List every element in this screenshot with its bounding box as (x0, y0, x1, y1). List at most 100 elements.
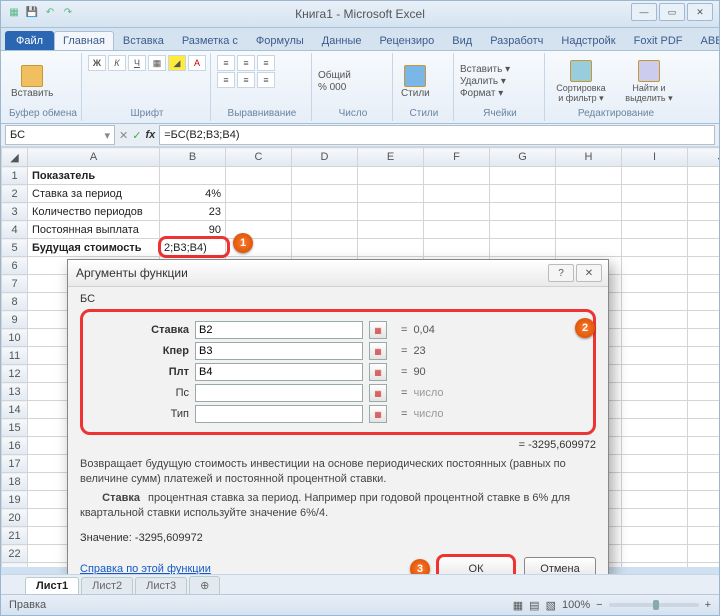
cell[interactable] (688, 473, 720, 491)
cell[interactable] (622, 275, 688, 293)
row-header[interactable]: 15 (2, 419, 28, 437)
zoom-slider[interactable] (609, 603, 699, 607)
cell[interactable] (688, 563, 720, 568)
cell[interactable] (688, 437, 720, 455)
cell[interactable] (688, 455, 720, 473)
tab-view[interactable]: Вид (443, 31, 481, 50)
bold-button[interactable]: Ж (88, 55, 106, 71)
cell[interactable]: 90 (160, 221, 226, 239)
cell[interactable]: Постоянная выплата (28, 221, 160, 239)
cell[interactable] (688, 275, 720, 293)
cell[interactable] (688, 311, 720, 329)
col-header[interactable]: J (688, 148, 720, 167)
cell[interactable] (490, 185, 556, 203)
cell[interactable] (160, 167, 226, 185)
tab-insert[interactable]: Вставка (114, 31, 173, 50)
maximize-button[interactable]: ▭ (659, 3, 685, 21)
cell[interactable] (226, 185, 292, 203)
cell[interactable] (358, 203, 424, 221)
cell[interactable] (688, 365, 720, 383)
tab-home[interactable]: Главная (54, 31, 114, 50)
tab-data[interactable]: Данные (313, 31, 371, 50)
cell[interactable] (226, 203, 292, 221)
save-icon[interactable]: 💾 (25, 5, 39, 19)
cell[interactable]: Показатель (28, 167, 160, 185)
cell[interactable] (292, 185, 358, 203)
tab-review[interactable]: Рецензиро (371, 31, 444, 50)
row-header[interactable]: 10 (2, 329, 28, 347)
border-button[interactable]: ▦ (148, 55, 166, 71)
undo-icon[interactable]: ↶ (43, 5, 57, 19)
cell[interactable] (556, 221, 622, 239)
cell[interactable] (292, 167, 358, 185)
row-header[interactable]: 22 (2, 545, 28, 563)
range-selector-button[interactable]: ▦ (369, 363, 387, 381)
range-selector-button[interactable]: ▦ (369, 342, 387, 360)
col-header[interactable]: H (556, 148, 622, 167)
cells-format[interactable]: Формат ▾ (460, 88, 510, 99)
cell[interactable] (292, 221, 358, 239)
tab-file[interactable]: Файл (5, 31, 54, 50)
align-bot-icon[interactable]: ≡ (257, 55, 275, 71)
tab-addins[interactable]: Надстройк (552, 31, 624, 50)
cell[interactable] (622, 509, 688, 527)
cell[interactable] (622, 527, 688, 545)
cell[interactable]: 23 (160, 203, 226, 221)
align-left-icon[interactable]: ≡ (217, 72, 235, 88)
row-header[interactable]: 8 (2, 293, 28, 311)
range-selector-button[interactable]: ▦ (369, 321, 387, 339)
col-header[interactable]: D (292, 148, 358, 167)
row-header[interactable]: 19 (2, 491, 28, 509)
enter-icon[interactable]: ✓ (132, 129, 141, 142)
new-sheet-button[interactable]: ⊕ (189, 576, 220, 594)
row-header[interactable]: 14 (2, 401, 28, 419)
redo-icon[interactable]: ↷ (61, 5, 75, 19)
cell[interactable] (688, 239, 720, 257)
argument-input[interactable] (195, 384, 363, 402)
argument-input[interactable] (195, 342, 363, 360)
row-header[interactable]: 1 (2, 167, 28, 185)
argument-input[interactable] (195, 321, 363, 339)
dropdown-icon[interactable]: ▾ (104, 129, 110, 142)
cell[interactable] (688, 491, 720, 509)
cell[interactable] (556, 239, 622, 257)
row-header[interactable]: 13 (2, 383, 28, 401)
row-header[interactable]: 3 (2, 203, 28, 221)
cell[interactable] (622, 311, 688, 329)
cell[interactable] (688, 545, 720, 563)
close-button[interactable]: ✕ (687, 3, 713, 21)
cell[interactable]: Количество периодов (28, 203, 160, 221)
cell[interactable] (424, 203, 490, 221)
cells-delete[interactable]: Удалить ▾ (460, 76, 510, 87)
cell[interactable] (556, 185, 622, 203)
formula-input[interactable]: =БС(B2;B3;B4) (159, 125, 715, 145)
cell[interactable] (688, 383, 720, 401)
cell[interactable] (622, 329, 688, 347)
cell[interactable] (688, 203, 720, 221)
view-layout-icon[interactable]: ▤ (529, 599, 539, 612)
row-header[interactable]: 21 (2, 527, 28, 545)
italic-button[interactable]: К (108, 55, 126, 71)
grid-row[interactable]: 1Показатель (2, 167, 720, 185)
sheet-tab[interactable]: Лист2 (81, 577, 133, 594)
grid-row[interactable]: 2Ставка за период4% (2, 185, 720, 203)
find-select-button[interactable]: Найти и выделить ▾ (619, 58, 679, 106)
cell[interactable] (490, 203, 556, 221)
row-header[interactable]: 7 (2, 275, 28, 293)
row-header[interactable]: 2 (2, 185, 28, 203)
cell[interactable] (622, 419, 688, 437)
grid-row[interactable]: 3Количество периодов23 (2, 203, 720, 221)
cell[interactable] (688, 185, 720, 203)
align-top-icon[interactable]: ≡ (217, 55, 235, 71)
cell[interactable] (622, 365, 688, 383)
cells-insert[interactable]: Вставить ▾ (460, 64, 510, 75)
cell[interactable] (424, 185, 490, 203)
cell[interactable] (226, 221, 292, 239)
cell[interactable] (688, 419, 720, 437)
col-headers[interactable]: ◢ ABCDEFGHIJ (2, 148, 720, 167)
row-header[interactable]: 17 (2, 455, 28, 473)
cell[interactable] (490, 239, 556, 257)
align-center-icon[interactable]: ≡ (237, 72, 255, 88)
cell[interactable] (688, 221, 720, 239)
cell[interactable] (358, 221, 424, 239)
